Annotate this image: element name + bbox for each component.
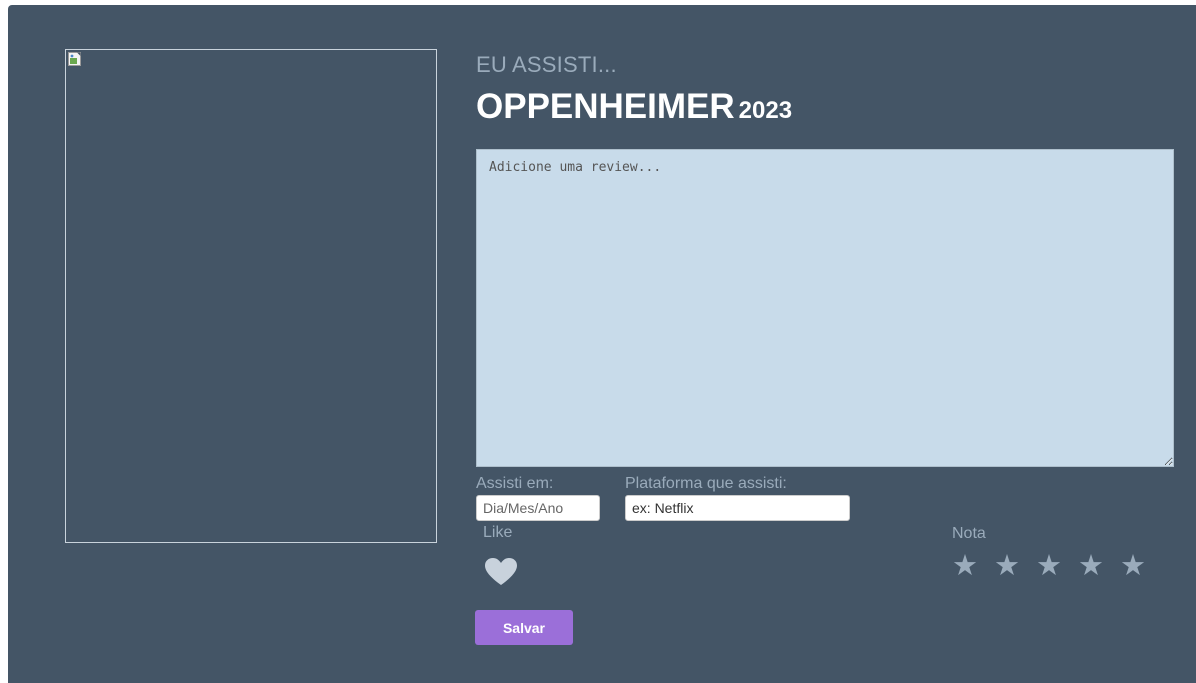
- star-icon[interactable]: ★: [1036, 549, 1078, 581]
- star-icon[interactable]: ★: [1078, 549, 1120, 581]
- review-textarea[interactable]: [476, 149, 1174, 467]
- save-button[interactable]: Salvar: [475, 610, 573, 645]
- platform-input[interactable]: [625, 495, 850, 521]
- rating-label: Nota: [952, 525, 986, 542]
- watched-on-label: Assisti em:: [476, 475, 554, 492]
- broken-image-icon: [68, 52, 81, 66]
- movie-title: OPPENHEIMER 2023: [476, 87, 792, 127]
- heart-icon[interactable]: [484, 557, 518, 587]
- platform-label: Plataforma que assisti:: [625, 475, 787, 492]
- movie-poster: [65, 49, 437, 543]
- movie-year: 2023: [738, 97, 793, 124]
- star-rating: ★ ★ ★ ★ ★: [952, 549, 1162, 581]
- watched-on-date-input[interactable]: [476, 495, 600, 521]
- like-label: Like: [483, 524, 513, 541]
- movie-title-text: OPPENHEIMER: [476, 87, 735, 126]
- star-icon[interactable]: ★: [952, 549, 994, 581]
- star-icon[interactable]: ★: [1120, 549, 1162, 581]
- star-icon[interactable]: ★: [994, 549, 1036, 581]
- page-eyebrow: EU ASSISTI...: [476, 52, 617, 77]
- log-entry-panel: EU ASSISTI... OPPENHEIMER2023 Assisti em…: [8, 5, 1196, 683]
